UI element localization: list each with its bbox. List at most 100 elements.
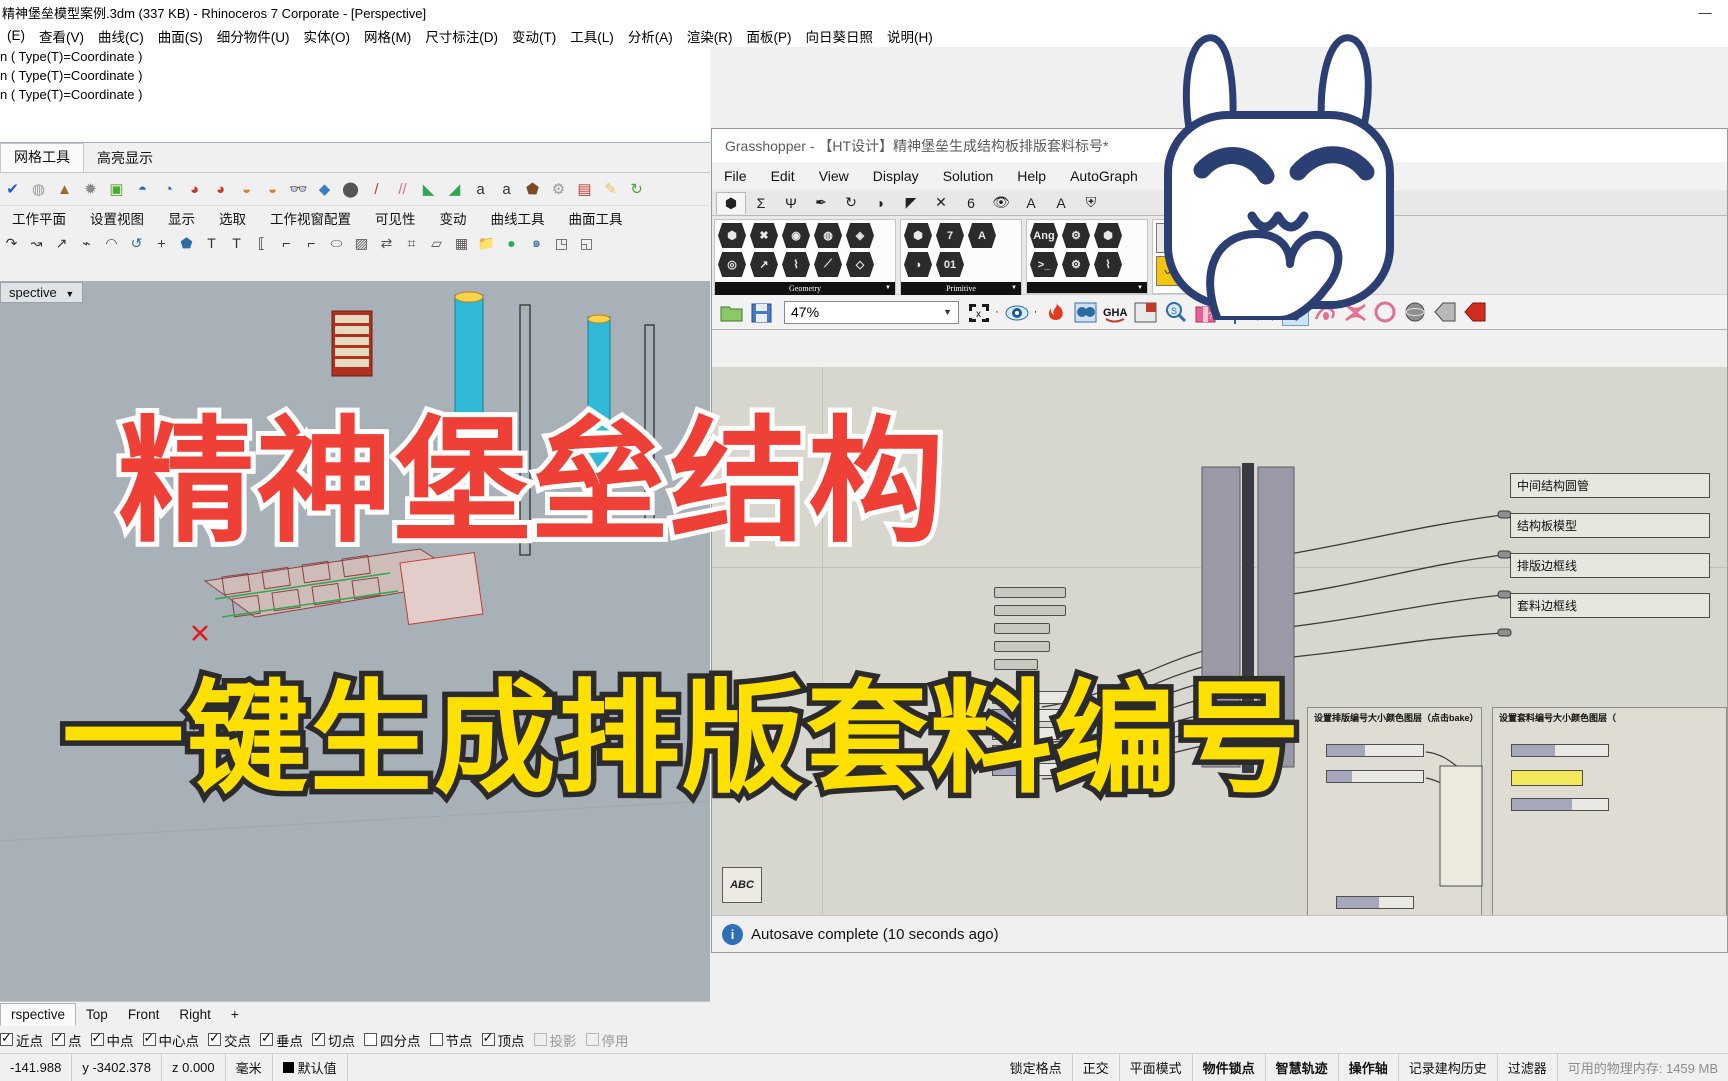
osnap-toggle-1[interactable]: 点 (52, 1030, 82, 1050)
zoom-level-select[interactable]: 47% ▼ (784, 300, 959, 324)
gh-ribbon-tab-4[interactable]: ↻ (836, 192, 866, 214)
cluster-icon[interactable] (1072, 299, 1099, 326)
gh-component-button[interactable]: ◈ (846, 223, 876, 250)
text-a2-icon[interactable]: a (494, 177, 519, 202)
osnap-toggle-7[interactable]: 四分点 (364, 1030, 421, 1050)
menu-item-sunlight[interactable]: 向日葵日照 (799, 26, 881, 46)
grid-icon[interactable]: ▦ (450, 232, 473, 255)
toolbar-tab-mesh-tools[interactable]: 网格工具 (0, 143, 84, 172)
osnap-toggle-5[interactable]: 垂点 (260, 1030, 303, 1050)
menu-item-analyze[interactable]: 分析(A) (621, 26, 680, 46)
toolbar-tab-transform[interactable]: 变动 (428, 208, 479, 228)
curve-pt2-icon[interactable]: ⌁ (75, 232, 98, 255)
checkbox-icon[interactable] (52, 1030, 65, 1046)
menu-item-curve[interactable]: 曲线(C) (91, 26, 151, 46)
ribbon-group-third-title[interactable] (1027, 282, 1147, 295)
mesh-bell-icon[interactable]: ▲ (52, 177, 77, 202)
gh-component-button[interactable]: ✖ (750, 223, 780, 250)
split-green-icon[interactable]: ◣ (416, 177, 441, 202)
status-toggle-osnap[interactable]: 物件锁点 (1193, 1053, 1266, 1081)
toolbar-tab-curve-tools[interactable]: 曲线工具 (479, 208, 557, 228)
gh-menu-view[interactable]: View (807, 168, 861, 184)
menu-item-mesh[interactable]: 网格(M) (357, 26, 418, 46)
gh-ribbon-tab-7[interactable]: ✕ (926, 192, 956, 214)
gh-component-button[interactable]: A (968, 223, 998, 250)
menu-item-solid[interactable]: 实体(O) (297, 26, 358, 46)
gh-component-button[interactable]: Ang (1030, 223, 1060, 250)
viewport-title-tab[interactable]: spective ▼ (0, 281, 84, 303)
gh-menu-edit[interactable]: Edit (759, 168, 807, 184)
status-toggle-planar[interactable]: 平面模式 (1120, 1053, 1193, 1081)
menu-item-render[interactable]: 渲染(R) (680, 26, 740, 46)
ellipse-icon[interactable]: ⬭ (325, 232, 348, 255)
status-toggle-grid-snap[interactable]: 锁定格点 (1000, 1053, 1073, 1081)
checkbox-icon[interactable] (142, 1030, 156, 1046)
checkbox-icon[interactable] (533, 1033, 547, 1046)
mesh-sphere-icon[interactable]: ✹ (78, 177, 103, 202)
toolbar-tab-viewport-layout[interactable]: 工作视窗配置 (258, 208, 363, 228)
gh-component-button[interactable]: ⬢ (904, 223, 934, 250)
minimize-button[interactable]: — (1682, 0, 1728, 24)
group-slider[interactable] (1326, 744, 1424, 757)
osnap-toggle-9[interactable]: 顶点 (481, 1030, 525, 1050)
flame-icon[interactable] (1042, 299, 1069, 326)
bake-button[interactable] (1511, 770, 1583, 786)
gh-component-button[interactable]: ⬢ (1094, 223, 1124, 250)
osnap-toggle-3[interactable]: 中心点 (142, 1030, 199, 1050)
mesh-pencil2-icon[interactable]: ◒ (260, 177, 285, 202)
menu-item-help[interactable]: 说明(H) (880, 26, 940, 46)
menu-item-dimension[interactable]: 尺寸标注(D) (418, 26, 505, 46)
gh-menu-autograph[interactable]: AutoGraph (1058, 168, 1150, 184)
gh-component-button[interactable]: ⬢ (718, 223, 748, 250)
gh-component-button[interactable]: ⌇ (1094, 252, 1124, 279)
toolbar-tab-highlight[interactable]: 高亮显示 (84, 145, 166, 172)
osnap-toggle-11[interactable]: 停用 (585, 1030, 629, 1050)
checkbox-icon[interactable] (364, 1033, 377, 1046)
gh-ribbon-tab-11[interactable]: A (1046, 192, 1076, 214)
osnap-toggle-0[interactable]: 近点 (0, 1030, 43, 1050)
toolbar-tab-display[interactable]: 显示 (156, 208, 207, 228)
checkbox-icon[interactable] (0, 1030, 13, 1046)
folder-icon[interactable]: 📁 (475, 232, 498, 255)
gh-component-button[interactable]: ◍ (814, 223, 844, 250)
abc-text-tool-button[interactable]: ABC (722, 867, 762, 903)
canvas-pill[interactable] (994, 623, 1050, 634)
refresh-icon[interactable]: ↻ (624, 177, 649, 202)
canvas-label-node[interactable]: 排版边框线 (1510, 553, 1710, 578)
text-tool-icon[interactable]: T (200, 232, 223, 255)
group-slider[interactable] (1511, 798, 1609, 811)
status-toggle-record-history[interactable]: 记录建构历史 (1399, 1053, 1498, 1081)
mesh-shell-icon[interactable]: ◍ (26, 177, 51, 202)
save-file-icon[interactable] (748, 299, 775, 326)
brown-shape-icon[interactable]: ⬟ (520, 177, 545, 202)
osnap-toggle-10[interactable]: 投影 (533, 1030, 577, 1050)
mesh-blue-icon[interactable]: ◓ (130, 177, 155, 202)
gh-component-button[interactable]: ◎ (718, 252, 748, 279)
view-tab-add-icon[interactable]: + (221, 1004, 249, 1025)
open-file-icon[interactable] (718, 299, 745, 326)
chevron-down-icon[interactable]: ▼ (65, 289, 74, 299)
mesh-flat-icon[interactable]: ◆ (312, 177, 337, 202)
split-green2-icon[interactable]: ◢ (442, 177, 467, 202)
canvas-label-node[interactable]: 结构板模型 (1510, 513, 1710, 538)
menu-item-view[interactable]: 查看(V) (32, 26, 91, 46)
view-tab-top[interactable]: Top (76, 1004, 118, 1025)
line-pink-icon[interactable]: // (390, 177, 415, 202)
menu-item-subd[interactable]: 细分物件(U) (210, 26, 297, 46)
gh-ribbon-tab-9[interactable]: 👁 (986, 192, 1016, 214)
gh-ribbon-tab-5[interactable]: ◗ (866, 192, 896, 214)
status-units[interactable]: 毫米 (226, 1053, 273, 1081)
menu-item-surface[interactable]: 曲面(S) (151, 26, 210, 46)
status-toggle-smarttrack[interactable]: 智慧轨迹 (1266, 1053, 1339, 1081)
binocular-icon[interactable]: 👓 (286, 177, 311, 202)
dim3-icon[interactable]: ⌐ (300, 232, 323, 255)
canvas-group-box-taoliao[interactable]: 设置套料编号大小颜色图层（ (1492, 707, 1727, 915)
gh-menu-help[interactable]: Help (1005, 168, 1058, 184)
canvas-label-node[interactable]: 中间结构圆管 (1510, 473, 1710, 498)
view-tab-front[interactable]: Front (118, 1004, 170, 1025)
curve-point-icon[interactable]: ↷ (0, 232, 23, 255)
menu-item-transform[interactable]: 变动(T) (505, 26, 563, 46)
gh-menu-file[interactable]: File (712, 168, 759, 184)
export-icon[interactable]: ▤ (572, 177, 597, 202)
view-tab-right[interactable]: Right (169, 1004, 221, 1025)
